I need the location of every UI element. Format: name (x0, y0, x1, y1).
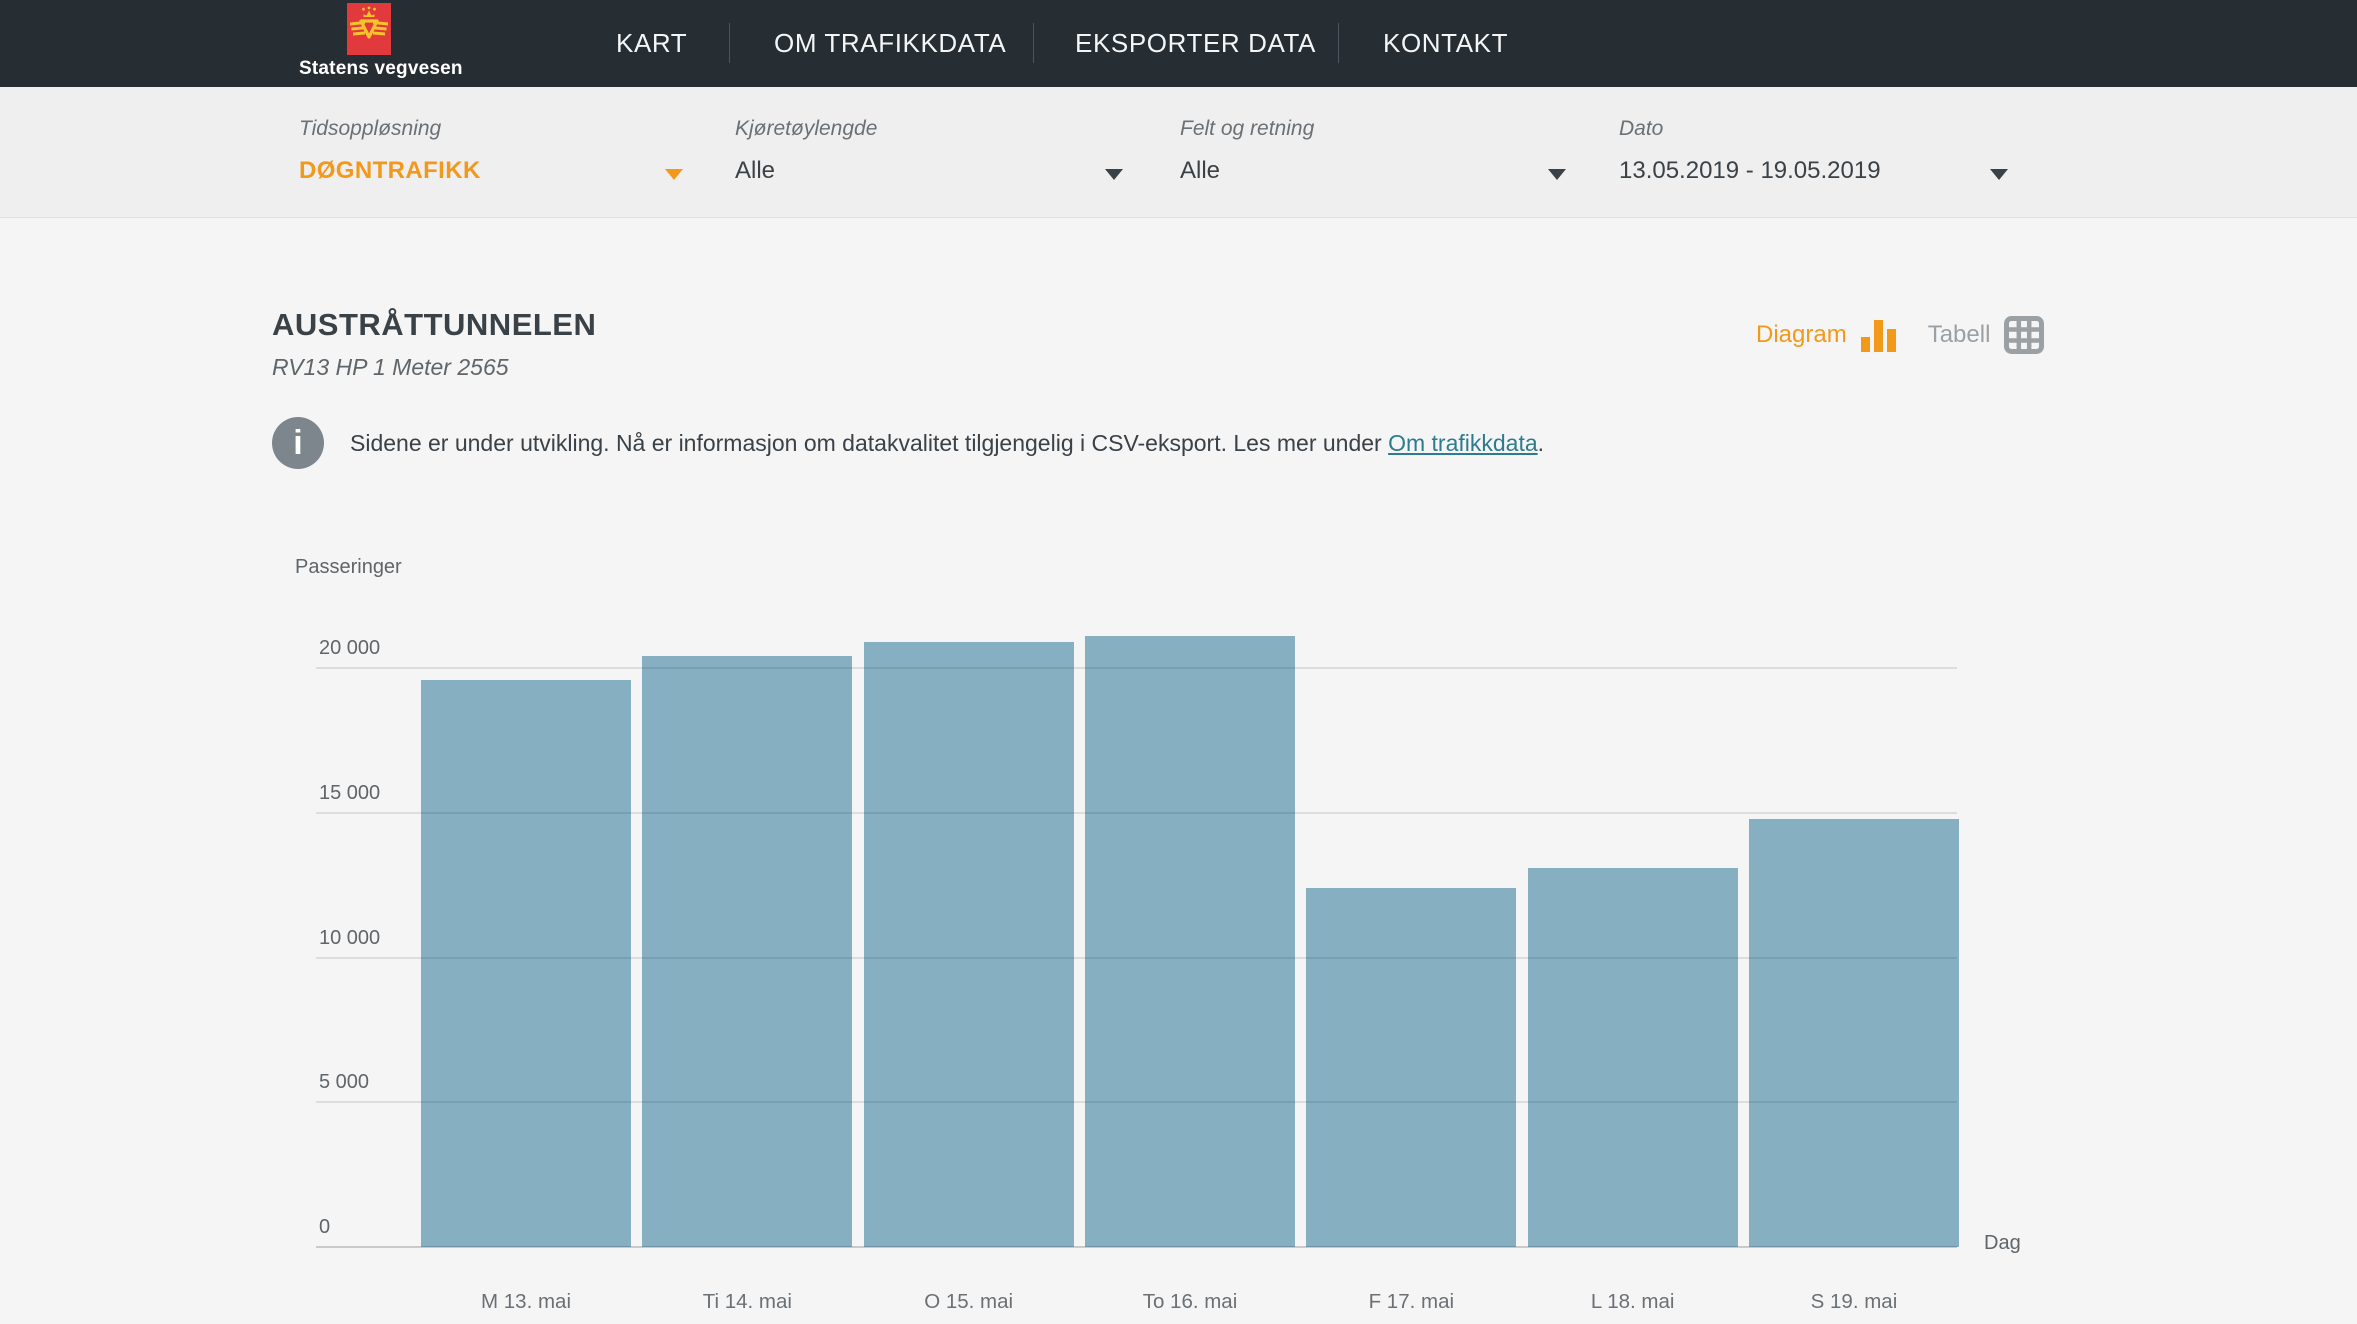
om-trafikkdata-link[interactable]: Om trafikkdata (1388, 430, 1538, 456)
gridline (316, 957, 1957, 959)
page-title: AUSTRÅTTUNNELEN (272, 307, 596, 343)
filter-label: Tidsoppløsning (299, 117, 441, 141)
y-tick-label: 20 000 (319, 637, 380, 660)
filter-label: Kjøretøylengde (735, 117, 877, 141)
nav-divider (1338, 23, 1339, 63)
x-tick-label: Ti 14. mai (703, 1290, 792, 1314)
x-tick-label: S 19. mai (1811, 1290, 1898, 1314)
nav-item-kart[interactable]: KART (616, 0, 687, 87)
diagram-toggle[interactable]: Diagram (1756, 318, 1898, 352)
filter-kjoretoylengde[interactable]: Kjøretøylengde Alle (735, 87, 1155, 218)
x-axis-label: Dag (1984, 1232, 2021, 1255)
nav-divider (1033, 23, 1034, 63)
y-tick-label: 0 (319, 1216, 330, 1239)
info-icon: i (272, 417, 324, 469)
chevron-down-icon[interactable] (665, 169, 683, 180)
chevron-down-icon[interactable] (1548, 169, 1566, 180)
filter-value: Alle (1180, 157, 1220, 185)
diagram-toggle-label: Diagram (1756, 321, 1847, 349)
notice-text-after: . (1538, 430, 1544, 456)
chevron-down-icon[interactable] (1105, 169, 1123, 180)
filter-value: DØGNTRAFIKK (299, 157, 481, 185)
filter-label: Dato (1619, 117, 1663, 141)
notice-text-before: Sidene er under utvikling. Nå er informa… (350, 430, 1388, 456)
bar-6[interactable] (1528, 868, 1738, 1247)
bar-2[interactable] (642, 656, 852, 1247)
x-tick-label: O 15. mai (924, 1290, 1013, 1314)
filter-value: Alle (735, 157, 775, 185)
plot-area: 0 5 000 10 000 15 000 20 000 M 13. mai Ti 14. … (316, 556, 2059, 1324)
x-tick-label: M 13. mai (481, 1290, 571, 1314)
station-heading: AUSTRÅTTUNNELEN RV13 HP 1 Meter 2565 (272, 307, 596, 381)
nav-item-eksporter-data[interactable]: EKSPORTER DATA (1075, 0, 1316, 87)
x-tick-label: L 18. mai (1591, 1290, 1675, 1314)
bar-chart-icon (1860, 318, 1898, 352)
table-grid-icon (2004, 316, 2044, 354)
bar-7[interactable] (1749, 819, 1959, 1247)
nav-item-om-trafikkdata[interactable]: OM TRAFIKKDATA (774, 0, 1006, 87)
filter-dato[interactable]: Dato 13.05.2019 - 19.05.2019 (1619, 87, 2039, 218)
filter-bar: Tidsoppløsning DØGNTRAFIKK Kjøretøylengd… (0, 87, 2357, 218)
nav-divider (729, 23, 730, 63)
chevron-down-icon[interactable] (1990, 169, 2008, 180)
development-notice: i Sidene er under utvikling. Nå er infor… (272, 417, 1544, 469)
y-tick-label: 5 000 (319, 1071, 369, 1094)
x-tick-label: F 17. mai (1369, 1290, 1454, 1314)
bar-4[interactable] (1085, 636, 1295, 1247)
bar-3[interactable] (864, 642, 1074, 1247)
x-tick-label: To 16. mai (1143, 1290, 1238, 1314)
x-axis-line (316, 1246, 1957, 1248)
gridline (316, 1101, 1957, 1103)
bar-5[interactable] (1306, 888, 1516, 1247)
tabell-toggle[interactable]: Tabell (1928, 316, 2045, 354)
traffic-bar-chart: Passeringer 05 00010 00015 00020 000M 13… (316, 556, 2059, 1324)
station-subtitle: RV13 HP 1 Meter 2565 (272, 354, 596, 381)
brand-name: Statens vegvesen (299, 58, 439, 80)
tabell-toggle-label: Tabell (1928, 321, 1991, 349)
notice-text: Sidene er under utvikling. Nå er informa… (350, 430, 1544, 457)
filter-value: 13.05.2019 - 19.05.2019 (1619, 157, 1881, 185)
top-navbar: Statens vegvesen KART OM TRAFIKKDATA EKS… (0, 0, 2357, 87)
view-toggle: Diagram Tabell (1756, 312, 2044, 358)
gridline (316, 812, 1957, 814)
nav-item-kontakt[interactable]: KONTAKT (1383, 0, 1508, 87)
y-tick-label: 10 000 (319, 927, 380, 950)
logo[interactable]: Statens vegvesen (299, 3, 439, 80)
statens-vegvesen-emblem-icon (347, 3, 391, 55)
filter-felt-og-retning[interactable]: Felt og retning Alle (1180, 87, 1600, 218)
gridline (316, 667, 1957, 669)
filter-label: Felt og retning (1180, 117, 1314, 141)
bar-1[interactable] (421, 680, 631, 1247)
y-tick-label: 15 000 (319, 782, 380, 805)
page: Statens vegvesen KART OM TRAFIKKDATA EKS… (0, 0, 2357, 1324)
filter-tidsopplosning[interactable]: Tidsoppløsning DØGNTRAFIKK (299, 87, 719, 218)
